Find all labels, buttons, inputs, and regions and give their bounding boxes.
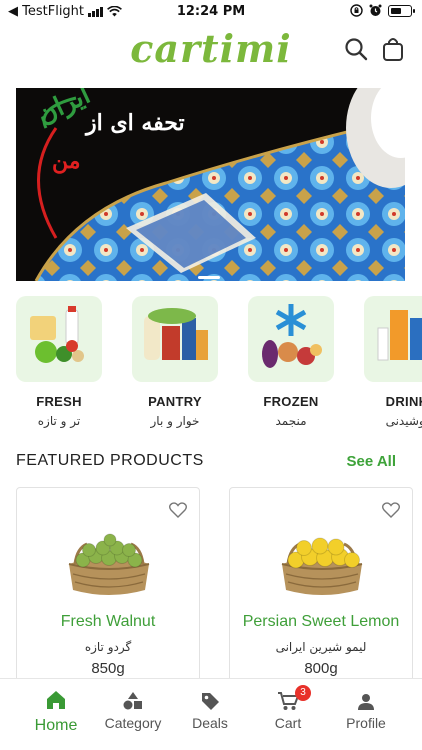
product-name-fa: لیمو شیرین ایرانی	[275, 640, 367, 654]
home-icon	[47, 691, 65, 709]
shapes-icon	[123, 692, 142, 710]
category-frozen[interactable]: FROZEN منجمد	[248, 296, 334, 428]
heart-icon[interactable]	[382, 502, 400, 518]
category-drink[interactable]: DRINK نوشیدنی	[364, 296, 422, 428]
tab-label: Cart	[274, 715, 302, 731]
category-label-fa: نوشیدنی	[385, 414, 422, 428]
tab-cart[interactable]: 3 Cart	[248, 685, 328, 731]
tab-label: Profile	[346, 715, 386, 731]
tab-home[interactable]: Home	[16, 687, 96, 735]
product-image	[281, 537, 363, 595]
battery-icon	[388, 4, 415, 17]
heart-icon[interactable]	[169, 502, 187, 518]
tag-icon	[202, 693, 219, 710]
product-name[interactable]: Fresh Walnut	[17, 613, 199, 631]
category-pantry-image	[132, 296, 218, 382]
alarm-icon	[369, 4, 382, 16]
user-icon	[358, 694, 374, 710]
banner-artwork	[16, 88, 405, 281]
orientation-lock-icon	[350, 4, 363, 17]
carousel-indicator	[198, 276, 220, 279]
app-header: cartimi	[0, 24, 422, 78]
category-fresh-image	[16, 296, 102, 382]
category-label: DRINK	[385, 394, 422, 409]
featured-products-header: FEATURED PRODUCTS See All	[16, 452, 396, 476]
product-image	[68, 533, 150, 595]
category-label-fa: منجمد	[275, 414, 307, 428]
product-name[interactable]: Persian Sweet Lemon	[230, 613, 412, 631]
tab-label: Deals	[192, 715, 228, 731]
category-label-fa: تر و تازه	[37, 414, 81, 428]
tab-profile[interactable]: Profile	[326, 687, 406, 731]
category-drink-image	[364, 296, 422, 382]
see-all-link[interactable]: See All	[347, 453, 396, 470]
product-weight: 800g	[304, 660, 338, 677]
category-fresh[interactable]: FRESH تر و تازه	[16, 296, 102, 428]
category-frozen-image	[248, 296, 334, 382]
section-title: FEATURED PRODUCTS	[16, 452, 204, 469]
tab-category[interactable]: Category	[93, 687, 173, 731]
status-right	[350, 4, 415, 17]
product-name-fa: گردو تازه	[84, 640, 132, 654]
category-label-fa: خوار و بار	[150, 414, 200, 428]
category-label: FROZEN	[263, 394, 319, 409]
search-icon[interactable]	[343, 36, 369, 62]
category-label: FRESH	[36, 394, 82, 409]
shopping-bag-icon[interactable]	[380, 36, 406, 62]
banner-word-red: من	[52, 148, 81, 174]
status-bar: ◀ TestFlight 12:24 PM	[0, 0, 422, 24]
category-pantry[interactable]: PANTRY خوار و بار	[132, 296, 218, 428]
category-strip[interactable]: FRESH تر و تازه PANTRY خوار و بار FROZEN…	[16, 296, 422, 431]
bottom-tab-bar: Home Category Deals 3 Cart Profile	[0, 678, 422, 750]
banner-headline: تحفه ای از	[86, 110, 185, 136]
category-label: PANTRY	[148, 394, 202, 409]
cart-badge: 3	[295, 685, 311, 701]
promo-banner[interactable]: ایران تحفه ای از من	[16, 88, 405, 281]
product-card[interactable]: Fresh Walnut گردو تازه 850g	[16, 487, 200, 687]
tab-label: Home	[34, 717, 78, 734]
product-weight: 850g	[91, 660, 125, 677]
product-card[interactable]: Persian Sweet Lemon لیمو شیرین ایرانی 80…	[229, 487, 413, 687]
tab-label: Category	[104, 715, 162, 731]
product-fruit	[287, 537, 360, 569]
tab-deals[interactable]: Deals	[170, 687, 250, 731]
product-fruit	[75, 533, 143, 568]
